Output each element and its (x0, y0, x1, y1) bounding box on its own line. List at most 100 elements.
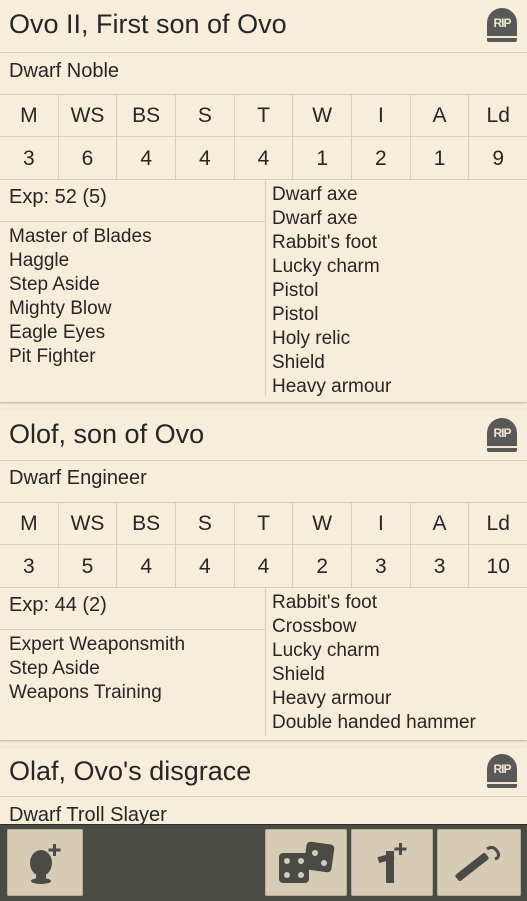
flail-button[interactable] (437, 829, 521, 896)
equipment-item: Shield (272, 664, 325, 685)
stat-label: Ld (486, 104, 510, 127)
stat-label: WS (70, 512, 105, 535)
equipment-item: Heavy armour (272, 376, 392, 397)
stat-value: 2 (375, 147, 387, 170)
skill: Step Aside (9, 658, 100, 679)
stat-label: Ld (486, 512, 510, 535)
warrior-card[interactable]: Olof, son of Ovo RIP Dwarf Engineer M3 W… (0, 410, 527, 740)
dice-icon (279, 841, 335, 883)
equipment-list: Rabbit's foot Crossbow Lucky charm Shiel… (272, 591, 476, 735)
equipment-item: Pistol (272, 304, 319, 325)
stat-value: 2 (316, 555, 329, 578)
stat-value: 6 (81, 147, 94, 170)
equipment-list: Dwarf axe Dwarf axe Rabbit's foot Lucky … (272, 183, 391, 399)
stat-label: A (432, 512, 447, 535)
skill: Haggle (9, 250, 70, 271)
rip-icon[interactable]: RIP (487, 754, 517, 788)
warrior-name: Olaf, Ovo's disgrace (9, 756, 252, 786)
rip-icon[interactable]: RIP (487, 8, 517, 42)
stat-i: I3 (352, 503, 411, 587)
skills-list: Master of Blades Haggle Step Aside Might… (9, 225, 152, 369)
stat-value: 4 (140, 147, 153, 170)
stat-w: W2 (293, 503, 353, 587)
divider (0, 587, 527, 588)
stat-label: BS (132, 512, 161, 535)
stat-label: W (312, 512, 333, 535)
equipment-item: Dwarf axe (272, 184, 358, 205)
flail-icon (455, 845, 501, 881)
stat-m: M3 (0, 95, 59, 179)
stat-value: 4 (257, 147, 270, 170)
add-hero-button[interactable] (7, 829, 83, 896)
stat-value: 3 (375, 555, 387, 578)
stat-ws: WS 6 (59, 95, 118, 179)
stat-value: 3 (433, 555, 446, 578)
stat-label: I (377, 512, 384, 535)
warband-list[interactable]: Ovo II, First son of Ovo RIP Dwarf Noble… (0, 0, 527, 824)
stat-m: M3 (0, 503, 59, 587)
dice-button[interactable] (265, 829, 347, 896)
warrior-card[interactable]: Olaf, Ovo's disgrace RIP Dwarf Troll Sla… (0, 748, 527, 824)
divider (0, 52, 527, 53)
skill: Mighty Blow (9, 298, 112, 319)
stat-value: 4 (257, 555, 270, 578)
stat-value: 1 (433, 147, 446, 170)
stat-label: T (257, 104, 270, 127)
warrior-card[interactable]: Ovo II, First son of Ovo RIP Dwarf Noble… (0, 0, 527, 402)
equipment-item: Rabbit's foot (272, 232, 378, 253)
equipment-item: Crossbow (272, 616, 357, 637)
stat-label: T (257, 512, 270, 535)
stat-value: 10 (486, 555, 510, 578)
skill: Step Aside (9, 274, 100, 295)
stat-value: 3 (22, 147, 35, 170)
column-divider (265, 588, 266, 736)
warrior-name: Ovo II, First son of Ovo (9, 9, 287, 39)
skill: Weapons Training (9, 682, 162, 703)
warrior-name: Olof, son of Ovo (9, 419, 205, 449)
skills-list: Expert Weaponsmith Step Aside Weapons Tr… (9, 633, 185, 705)
equipment-item: Dwarf axe (272, 208, 358, 229)
skill: Expert Weaponsmith (9, 634, 186, 655)
stat-w: W1 (293, 95, 353, 179)
divider (0, 460, 527, 461)
stat-label: W (312, 104, 333, 127)
warrior-type: Dwarf Noble (9, 60, 120, 82)
stat-label: S (197, 512, 212, 535)
stat-s: S4 (176, 95, 235, 179)
divider (0, 221, 265, 222)
stat-value: 4 (199, 147, 211, 170)
stat-ld: Ld 10 (469, 503, 527, 587)
stat-label: M (20, 104, 38, 127)
stat-label: BS (132, 104, 161, 127)
equipment-item: Holy relic (272, 328, 351, 349)
stat-i: I2 (352, 95, 411, 179)
add-hero-icon (30, 843, 61, 884)
stat-bs: BS 4 (117, 503, 177, 587)
equipment-item: Rabbit's foot (272, 592, 378, 613)
stat-label: M (20, 512, 38, 535)
stat-a: A1 (411, 95, 470, 179)
experience: Exp: 52 (5) (9, 186, 107, 208)
equipment-item: Double handed hammer (272, 712, 476, 733)
skill: Master of Blades (9, 226, 152, 247)
stat-ws: WS 5 (59, 503, 118, 587)
stat-value: 9 (492, 147, 505, 170)
equipment-item: Lucky charm (272, 256, 380, 277)
stat-label: S (197, 104, 212, 127)
skill: Pit Fighter (9, 346, 96, 367)
stat-label: WS (70, 104, 105, 127)
divider (0, 136, 527, 137)
divider (0, 629, 265, 630)
stat-label: I (377, 104, 384, 127)
stat-value: 4 (140, 555, 153, 578)
stat-value: 4 (199, 555, 211, 578)
experience: Exp: 44 (2) (9, 594, 107, 616)
equipment-item: Heavy armour (272, 688, 392, 709)
add-henchman-button[interactable] (351, 829, 433, 896)
equipment-item: Pistol (272, 280, 319, 301)
rip-icon[interactable]: RIP (487, 418, 517, 452)
stat-ld: Ld 9 (469, 95, 527, 179)
stat-value: 1 (316, 147, 329, 170)
stat-table: M3 WS 6 BS 4 S4 T4 W1 I2 A1 Ld 9 (0, 95, 527, 179)
warrior-type: Dwarf Engineer (9, 467, 147, 489)
